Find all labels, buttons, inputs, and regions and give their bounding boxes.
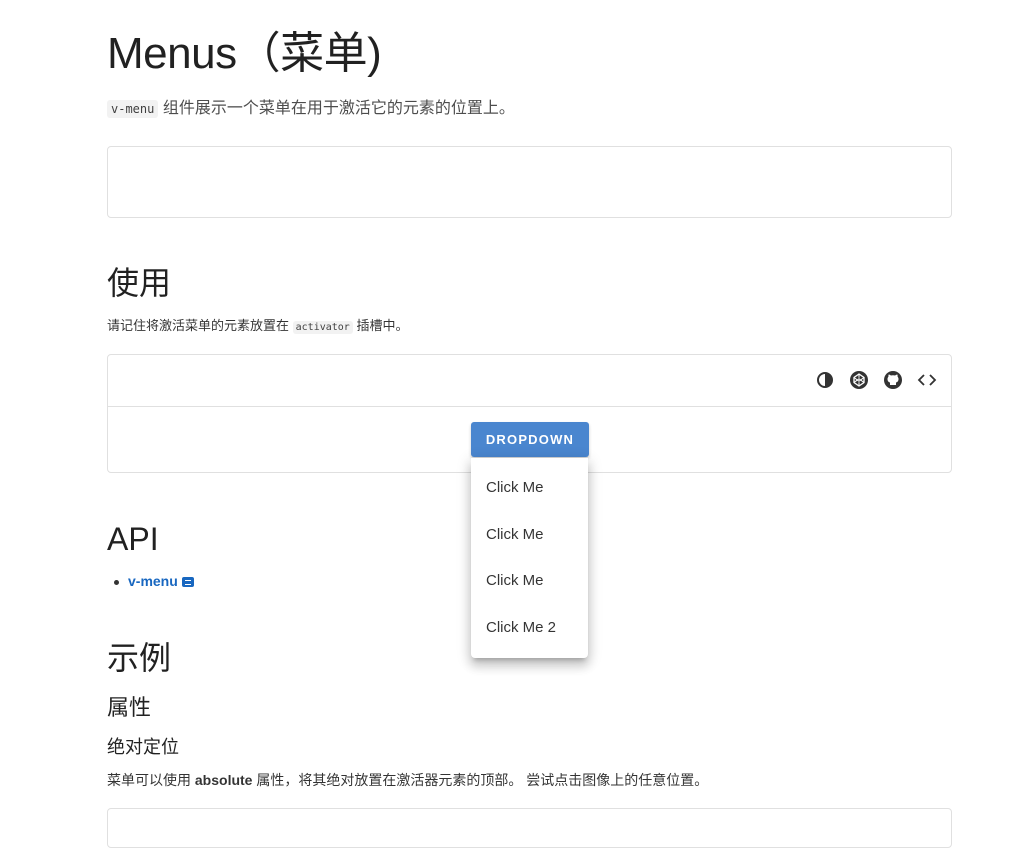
menu-item[interactable]: Click Me [471, 512, 588, 559]
api-list: v-menu [114, 571, 194, 591]
desc-before: 菜单可以使用 [107, 772, 191, 788]
intro-text: v-menu 组件展示一个菜单在用于激活它的元素的位置上。 [107, 97, 515, 121]
absolute-heading: 绝对定位 [107, 737, 179, 757]
toolbar-icons [815, 370, 937, 390]
desc-after: 属性，将其绝对放置在激活器元素的顶部。 尝试点击图像上的任意位置。 [256, 772, 709, 788]
absolute-description: 菜单可以使用 absolute 属性，将其绝对放置在激活器元素的顶部。 尝试点击… [107, 770, 708, 790]
props-heading: 属性 [107, 695, 152, 720]
usage-text-after: 插槽中。 [356, 318, 409, 333]
bullet-icon [114, 579, 119, 585]
invert-colors-icon[interactable] [815, 370, 835, 390]
menu-item[interactable]: Click Me [471, 465, 588, 512]
menu-item[interactable]: Click Me 2 [471, 605, 588, 652]
usage-heading: 使用 [107, 265, 172, 301]
usage-text-before: 请记住将激活菜单的元素放置在 [107, 318, 290, 333]
api-badge-icon [181, 577, 194, 588]
dropdown-button[interactable]: DROPDOWN [471, 422, 589, 457]
menu-item[interactable]: Click Me [471, 558, 588, 605]
v-menu-api-link[interactable]: v-menu [128, 573, 178, 589]
github-icon[interactable] [883, 370, 903, 390]
api-list-item: v-menu [114, 571, 194, 591]
api-heading: API [107, 521, 159, 557]
example-toolbar [108, 355, 951, 407]
intro-description: 组件展示一个菜单在用于激活它的元素的位置上。 [162, 100, 515, 117]
examples-heading: 示例 [107, 640, 172, 676]
usage-text: 请记住将激活菜单的元素放置在 activator 插槽中。 [107, 316, 408, 338]
absolute-keyword: absolute [194, 772, 253, 788]
activator-code: activator [292, 321, 353, 334]
codepen-icon[interactable] [849, 370, 869, 390]
ad-card [107, 146, 952, 218]
example-card-2 [107, 808, 952, 848]
page-title: Menus（菜单) [107, 29, 382, 78]
code-icon[interactable] [917, 370, 937, 390]
intro-code: v-menu [107, 100, 159, 118]
dropdown-menu: Click Me Click Me Click Me Click Me 2 [471, 458, 588, 658]
example-card: DROPDOWN [107, 354, 952, 473]
